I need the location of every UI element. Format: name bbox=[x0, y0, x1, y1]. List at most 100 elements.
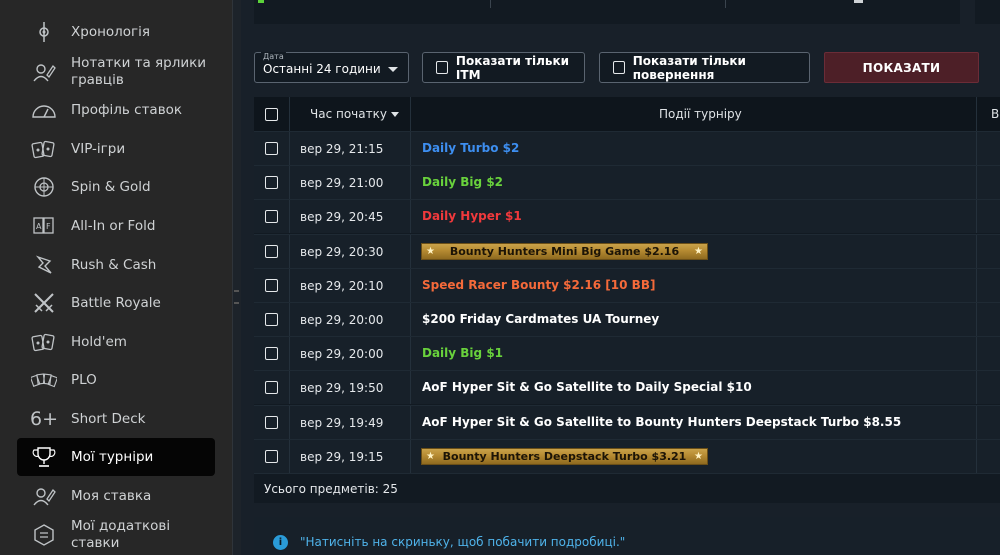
column-divider bbox=[410, 200, 411, 234]
row-start-time: вер 29, 21:00 bbox=[300, 176, 384, 191]
table-row[interactable]: вер 29, 20:10 Speed Racer Bounty $2.16 [1… bbox=[254, 267, 1000, 302]
row-checkbox[interactable] bbox=[265, 244, 278, 258]
sidebar-item-label: Hold'em bbox=[71, 333, 127, 350]
col-start-time-label: Час початку bbox=[310, 107, 387, 121]
col-extra[interactable]: В bbox=[991, 107, 999, 121]
table-row[interactable]: вер 29, 20:30 ★ Bounty Hunters Mini Big Ga… bbox=[254, 233, 1000, 268]
row-checkbox[interactable] bbox=[265, 449, 278, 463]
checkbox-icon[interactable] bbox=[613, 61, 625, 74]
column-divider bbox=[976, 371, 977, 405]
total-items: Усього предметів: 25 bbox=[264, 482, 398, 496]
sidebar-item-notes[interactable]: Нотатки та ярлики гравців bbox=[17, 52, 215, 92]
table-row[interactable]: вер 29, 19:15 ★ Bounty Hunters Deepstack T… bbox=[254, 438, 1000, 473]
row-checkbox[interactable] bbox=[265, 415, 278, 429]
sidebar-item-label: Rush & Cash bbox=[71, 256, 157, 273]
event-name[interactable]: $200 Friday Cardmates UA Tourney bbox=[422, 312, 659, 326]
holdem-cards-icon bbox=[31, 329, 57, 355]
sidebar-item-label: Мої турніри bbox=[71, 448, 154, 465]
event-name[interactable]: Daily Hyper $1 bbox=[422, 209, 522, 223]
panel-splitter[interactable] bbox=[232, 0, 241, 555]
stat-divider bbox=[490, 0, 491, 8]
tournament-table: Час початку Події турніру В вер 29, 21:1… bbox=[254, 97, 1000, 503]
sidebar-item-plo[interactable]: PLO bbox=[17, 361, 215, 399]
sidebar-item-label: Нотатки та ярлики гравців bbox=[71, 55, 207, 88]
checkbox-icon[interactable] bbox=[436, 61, 448, 74]
sidebar-item-holdem[interactable]: Hold'em bbox=[17, 323, 215, 361]
row-start-time: вер 29, 19:15 bbox=[300, 449, 384, 464]
star-icon: ★ bbox=[426, 450, 435, 462]
extra-bet-icon bbox=[31, 522, 57, 548]
svg-text:F: F bbox=[46, 222, 51, 231]
sidebar-item-history[interactable]: Хронологія bbox=[17, 13, 215, 51]
date-caption: Дата bbox=[261, 52, 286, 61]
table-row[interactable]: вер 29, 19:50 AoF Hyper Sit & Go Satellit… bbox=[254, 370, 1000, 405]
returns-only-toggle[interactable]: Показати тільки повернення bbox=[599, 52, 810, 83]
column-divider bbox=[410, 371, 411, 405]
sidebar-item-allin-fold[interactable]: AF All-In or Fold bbox=[17, 207, 215, 245]
row-checkbox[interactable] bbox=[265, 210, 278, 224]
event-banner[interactable]: ★ Bounty Hunters Mini Big Game $2.16 ★ bbox=[421, 242, 708, 260]
event-name[interactable]: Daily Turbo $2 bbox=[422, 141, 519, 155]
sidebar-item-rush-cash[interactable]: Rush & Cash bbox=[17, 246, 215, 284]
sidebar-item-spin-gold[interactable]: Spin & Gold bbox=[17, 168, 215, 206]
row-checkbox[interactable] bbox=[265, 142, 278, 155]
col-events[interactable]: Події турніру bbox=[659, 107, 742, 121]
plo-cards-icon bbox=[31, 367, 57, 393]
event-banner[interactable]: ★ Bounty Hunters Deepstack Turbo $3.21 ★ bbox=[421, 447, 708, 465]
chevron-down-icon bbox=[388, 67, 398, 72]
sidebar-item-vip[interactable]: VIP-ігри bbox=[17, 130, 215, 168]
column-divider bbox=[289, 303, 290, 336]
splitter-grip-icon[interactable] bbox=[234, 290, 239, 304]
sidebar-item-bet-profile[interactable]: Профіль ставок bbox=[17, 91, 215, 129]
column-divider bbox=[976, 439, 977, 473]
event-name[interactable]: Daily Big $2 bbox=[422, 175, 503, 189]
star-icon: ★ bbox=[694, 245, 703, 257]
select-all-checkbox[interactable] bbox=[265, 108, 278, 121]
sidebar-item-my-tournaments[interactable]: Мої турніри bbox=[17, 438, 215, 476]
row-checkbox[interactable] bbox=[265, 278, 278, 292]
event-name[interactable]: Daily Big $1 bbox=[422, 346, 503, 360]
row-start-time: вер 29, 20:10 bbox=[300, 278, 384, 293]
column-divider bbox=[289, 439, 290, 473]
table-row[interactable]: вер 29, 19:49 AoF Hyper Sit & Go Satellit… bbox=[254, 404, 1000, 439]
sidebar-item-label: Spin & Gold bbox=[71, 178, 151, 195]
date-select[interactable]: Дата Останні 24 години bbox=[254, 52, 409, 83]
sidebar-item-battle-royale[interactable]: Battle Royale bbox=[17, 284, 215, 322]
sort-desc-icon bbox=[390, 112, 399, 117]
column-divider bbox=[976, 200, 977, 234]
row-checkbox[interactable] bbox=[265, 176, 278, 190]
table-row[interactable]: вер 29, 20:00 $200 Friday Cardmates UA To… bbox=[254, 302, 1000, 336]
sidebar-item-short-deck[interactable]: 6+ Short Deck bbox=[17, 400, 215, 438]
row-checkbox[interactable] bbox=[265, 381, 278, 395]
event-name[interactable]: AoF Hyper Sit & Go Satellite to Bounty H… bbox=[422, 415, 901, 429]
sidebar-item-label: Battle Royale bbox=[71, 294, 161, 311]
table-row[interactable]: вер 29, 21:15 Daily Turbo $2 bbox=[254, 131, 1000, 165]
column-divider bbox=[976, 234, 977, 268]
itm-only-toggle[interactable]: Показати тільки ITM bbox=[422, 52, 585, 83]
trophy-icon bbox=[31, 444, 57, 470]
row-checkbox[interactable] bbox=[265, 347, 278, 361]
column-divider bbox=[410, 268, 411, 302]
column-divider bbox=[410, 234, 411, 268]
sidebar-item-extra-bets[interactable]: Мої додаткові ставки bbox=[17, 516, 215, 554]
table-row[interactable]: вер 29, 20:45 Daily Hyper $1 bbox=[254, 199, 1000, 234]
sidebar-item-label: All-In or Fold bbox=[71, 217, 156, 234]
info-text: "Натисніть на скриньку, щоб побачити под… bbox=[300, 535, 626, 549]
event-name[interactable]: Speed Racer Bounty $2.16 [10 BB] bbox=[422, 278, 655, 292]
stat-divider bbox=[725, 0, 726, 8]
sidebar-item-label: Профіль ставок bbox=[71, 101, 183, 118]
show-button[interactable]: ПОКАЗАТИ bbox=[824, 52, 979, 83]
rush-icon bbox=[31, 252, 57, 278]
info-icon: i bbox=[273, 535, 288, 550]
row-start-time: вер 29, 20:45 bbox=[300, 210, 384, 225]
col-start-time[interactable]: Час початку bbox=[310, 107, 399, 121]
row-checkbox[interactable] bbox=[265, 313, 278, 326]
table-row[interactable]: вер 29, 21:00 Daily Big $2 bbox=[254, 165, 1000, 200]
event-name[interactable]: AoF Hyper Sit & Go Satellite to Daily Sp… bbox=[422, 380, 752, 394]
row-start-time: вер 29, 20:00 bbox=[300, 347, 384, 362]
row-start-time: вер 29, 19:50 bbox=[300, 381, 384, 396]
spin-wheel-icon bbox=[31, 174, 57, 200]
column-divider bbox=[289, 200, 290, 234]
table-row[interactable]: вер 29, 20:00 Daily Big $1 bbox=[254, 336, 1000, 371]
sidebar-item-my-bet[interactable]: Моя ставка bbox=[17, 477, 215, 515]
